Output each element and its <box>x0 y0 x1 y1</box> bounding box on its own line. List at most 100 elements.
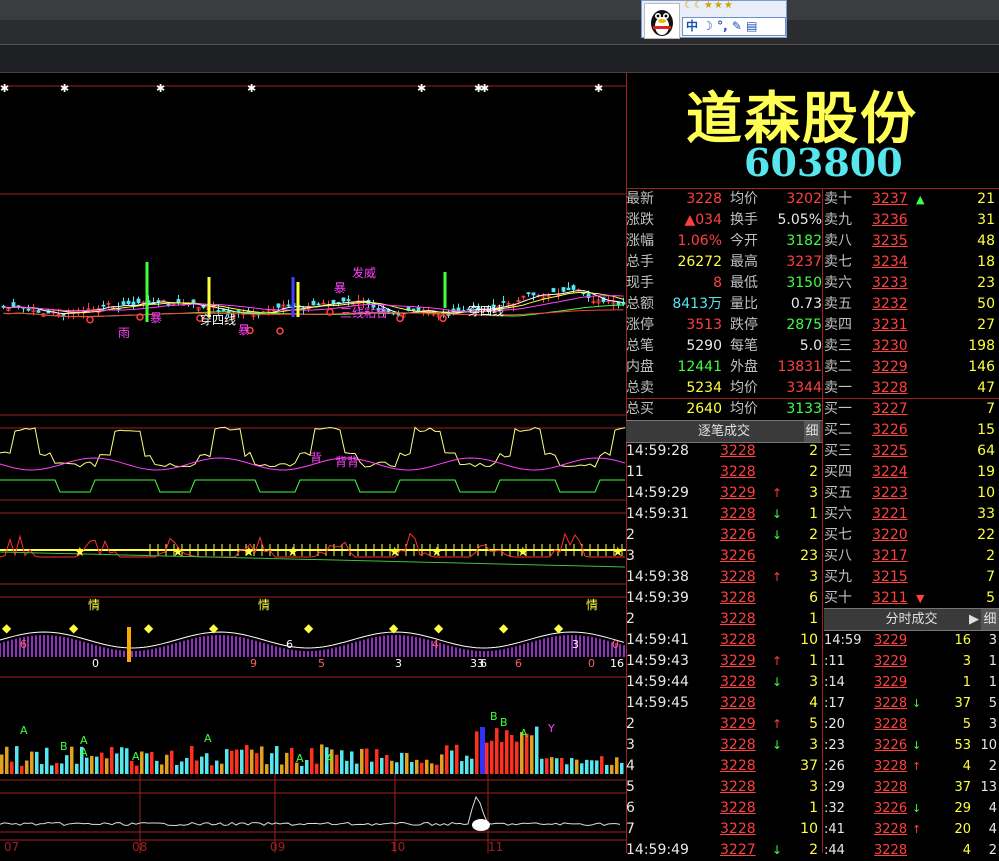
order-book-row[interactable]: 买六 3221 33 <box>824 504 999 525</box>
tick-row[interactable]: 14:59:43 3229 ↑ 1 <box>626 651 822 672</box>
tick-detail-button[interactable]: 细 <box>804 421 820 442</box>
minute-tick-row[interactable]: 14:59 3229 16 3 <box>824 630 999 651</box>
tick-time: 14:59:49 <box>626 842 689 858</box>
tick-row[interactable]: 14:59:38 3228 ↑ 3 <box>626 567 822 588</box>
order-book-row[interactable]: 卖七 3234 18 <box>824 252 999 273</box>
order-book-row[interactable]: 买四 3224 19 <box>824 462 999 483</box>
tick-time: 14:59:38 <box>626 569 689 585</box>
order-book-row[interactable]: 卖八 3235 48 <box>824 231 999 252</box>
minute-tick-row[interactable]: :44 3228 4 2 <box>824 840 999 861</box>
order-book-row[interactable]: 卖四 3231 27 <box>824 315 999 336</box>
tick-row[interactable]: 6 3228 1 <box>626 798 822 819</box>
candle-body <box>501 300 506 303</box>
kline-chart-area[interactable]: 07 08 09 10 11✱ ✱ ✱ ✱ ✱ ✱✱ ✱发威暴三线粘合穿四线穿四线雨暴暴背 背背情情情… <box>0 72 626 853</box>
volume-bar <box>210 765 214 774</box>
tick-row[interactable]: 5 3228 3 <box>626 777 822 798</box>
minute-tick-row[interactable]: :11 3229 3 1 <box>824 651 999 672</box>
order-book-row[interactable]: 卖三 3230 198 <box>824 336 999 357</box>
tick-row[interactable]: 14:59:28 3228 2 <box>626 441 822 462</box>
tick-price: 3227 <box>720 842 756 858</box>
minute-tick-row[interactable]: :14 3229 1 1 <box>824 672 999 693</box>
minute-tick-row[interactable]: :23 3226 ↓ 53 10 <box>824 735 999 756</box>
input-method-toolbar[interactable]: 中 ☽ °, ✎ ▤ <box>682 17 786 36</box>
minute-tick-row[interactable]: :29 3228 37 13 <box>824 777 999 798</box>
minute-tick-row[interactable]: :41 3228 ↑ 20 4 <box>824 819 999 840</box>
minute-tick-row[interactable]: :17 3228 ↓ 37 5 <box>824 693 999 714</box>
minute-tick-list[interactable]: 14:59 3229 16 3:11 3229 3 1:14 3229 1 1:17 3228 ↓ 37… <box>824 630 999 861</box>
minute-count: 1 <box>988 675 997 690</box>
order-book-row[interactable]: 买八 3217 2 <box>824 546 999 567</box>
quote-row: 最新 3228 均价 3202 <box>626 189 822 210</box>
tick-volume: 2 <box>809 842 818 858</box>
book-level-label: 卖八 <box>824 233 852 249</box>
volume-bar <box>205 753 209 774</box>
minute-tick-title[interactable]: 分时成交 <box>885 612 937 627</box>
book-level-label: 卖六 <box>824 275 852 291</box>
tick-row[interactable]: 3 3226 23 <box>626 546 822 567</box>
order-book-row[interactable]: 卖二 3229 146 <box>824 357 999 378</box>
tick-row[interactable]: 2 3229 ↑ 5 <box>626 714 822 735</box>
order-book-row[interactable]: 买三 3225 64 <box>824 441 999 462</box>
minute-tick-row[interactable]: :26 3228 ↑ 4 2 <box>824 756 999 777</box>
order-book-row[interactable]: 买九 3215 7 <box>824 567 999 588</box>
minute-detail-button[interactable]: 细 <box>981 609 999 630</box>
tick-row[interactable]: 14:59:49 3227 ↓ 2 <box>626 840 822 861</box>
order-book-row[interactable]: 卖五 3232 50 <box>824 294 999 315</box>
minute-time: 14:59 <box>824 633 862 648</box>
tick-row[interactable]: 2 3228 1 <box>626 609 822 630</box>
book-level-label: 买二 <box>824 422 852 438</box>
tick-volume: 1 <box>809 800 818 816</box>
tick-row[interactable]: 11 3228 2 <box>626 462 822 483</box>
quote-label: 最低 <box>730 275 758 291</box>
volume-bar <box>415 759 419 774</box>
tick-row[interactable]: 14:59:44 3228 ↓ 3 <box>626 672 822 693</box>
tick-time: 2 <box>626 527 635 543</box>
x-axis-tick-label: 08 <box>132 840 147 853</box>
order-book-row[interactable]: 买五 3223 10 <box>824 483 999 504</box>
order-book-row[interactable]: 买七 3220 22 <box>824 525 999 546</box>
book-volume: 7 <box>986 401 995 417</box>
tick-volume: 2 <box>809 527 818 543</box>
quote-label: 最新 <box>626 191 654 207</box>
arrow-down-icon: ↓ <box>912 802 922 815</box>
order-book-row[interactable]: 卖十 3237 ▲ 21 <box>824 189 999 210</box>
volume-bar <box>15 746 19 774</box>
volume-bar <box>190 746 194 774</box>
quote-value: 3133 <box>786 401 822 417</box>
minute-tick-header[interactable]: 分时成交 ▶ 细 <box>824 608 999 631</box>
penguin-icon[interactable] <box>644 3 680 39</box>
tick-row[interactable]: 14:59:41 3228 10 <box>626 630 822 651</box>
play-icon[interactable]: ▶ <box>969 609 979 630</box>
candle-body <box>121 301 126 305</box>
tick-row[interactable]: 4 3228 37 <box>626 756 822 777</box>
tick-row[interactable]: 14:59:45 3228 4 <box>626 693 822 714</box>
tick-row[interactable]: 2 3226 ↓ 2 <box>626 525 822 546</box>
volume-marker-label: A <box>520 727 528 740</box>
tick-header[interactable]: 逐笔成交 细 <box>626 420 822 443</box>
order-book-row[interactable]: 卖六 3233 23 <box>824 273 999 294</box>
order-book-row[interactable]: 买一 3227 7 <box>824 399 999 420</box>
order-book-row[interactable]: 卖九 3236 31 <box>824 210 999 231</box>
tick-time: 4 <box>626 758 635 774</box>
star-marker-icon: ✱ <box>417 82 426 95</box>
order-book-row[interactable]: 买十 3211 ▼ 5 <box>824 588 999 609</box>
volume-bar <box>395 762 399 774</box>
order-book-row[interactable]: 买二 3226 15 <box>824 420 999 441</box>
order-book-row[interactable]: 卖一 3228 47 <box>824 378 999 399</box>
volume-bar <box>320 744 324 774</box>
qq-floating-bar[interactable]: ☾☾★★★ 中 ☽ °, ✎ ▤ <box>641 0 787 39</box>
indicator-number-label: 3 <box>395 657 402 670</box>
indicator-number-label: 0 <box>92 657 99 670</box>
tick-header-title[interactable]: 逐笔成交 <box>698 424 750 439</box>
minute-tick-row[interactable]: :20 3228 5 3 <box>824 714 999 735</box>
volume-bar <box>45 747 49 774</box>
tick-row[interactable]: 14:59:39 3228 6 <box>626 588 822 609</box>
tick-row[interactable]: 14:59:29 3229 ↑ 3 <box>626 483 822 504</box>
tick-row[interactable]: 14:59:31 3228 ↓ 1 <box>626 504 822 525</box>
tick-row[interactable]: 3 3228 ↓ 3 <box>626 735 822 756</box>
volume-bar <box>490 740 494 774</box>
minute-tick-row[interactable]: :32 3226 ↓ 29 4 <box>824 798 999 819</box>
tick-list[interactable]: 14:59:28 3228 2 11 3228 2 14:59:29 3229 ↑ 3 14:59:… <box>626 441 822 861</box>
tick-row[interactable]: 7 3228 10 <box>626 819 822 840</box>
book-level-label: 卖七 <box>824 254 852 270</box>
